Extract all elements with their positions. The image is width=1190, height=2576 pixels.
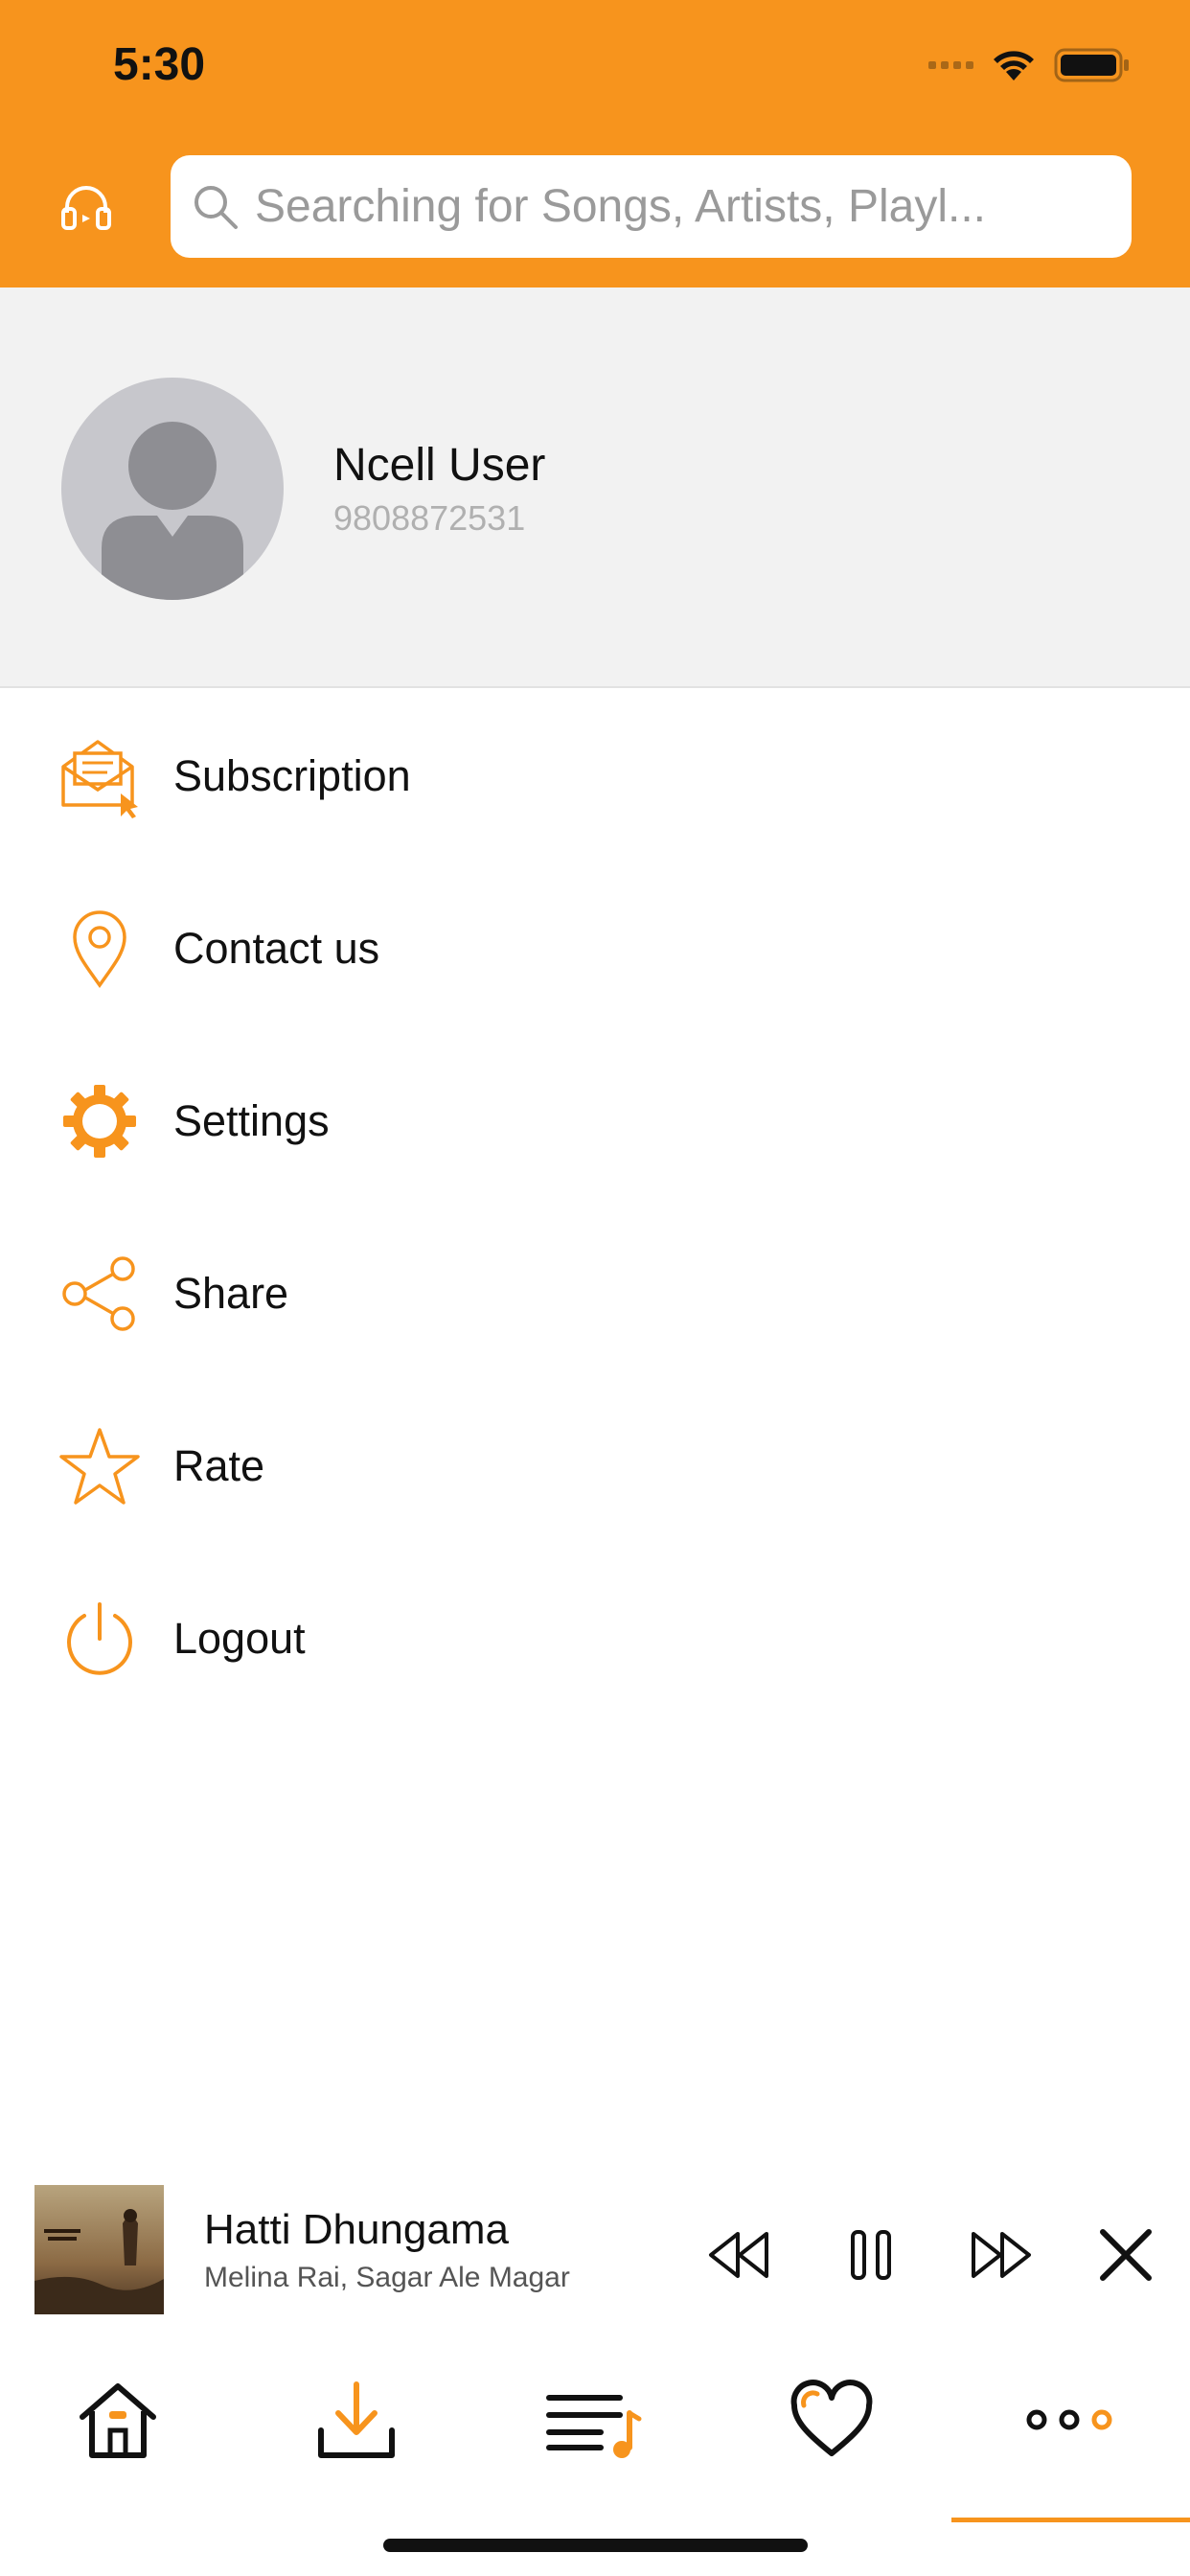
menu-item-subscription[interactable]: Subscription	[0, 690, 1190, 862]
search-icon	[195, 185, 238, 229]
search-bar[interactable]	[171, 155, 1132, 258]
download-icon	[318, 2381, 395, 2458]
home-icon	[80, 2383, 156, 2458]
battery-icon	[1054, 47, 1131, 83]
share-icon	[57, 1252, 142, 1336]
menu-item-share[interactable]: Share	[0, 1208, 1190, 1380]
profile-header: Ncell User 9808872531	[0, 288, 1190, 688]
envelope-subscription-icon	[57, 734, 142, 818]
mini-player[interactable]: Hatti Dhungama Melina Rai, Sagar Ale Mag…	[0, 2175, 1190, 2319]
search-input[interactable]	[255, 180, 1069, 233]
menu-item-label: Share	[173, 1269, 289, 1318]
pause-icon[interactable]	[837, 2221, 904, 2288]
user-name: Ncell User	[333, 440, 546, 491]
menu-item-label: Contact us	[173, 924, 380, 973]
rewind-icon[interactable]	[705, 2221, 772, 2288]
close-icon[interactable]	[1092, 2221, 1159, 2288]
menu-item-label: Logout	[173, 1614, 306, 1663]
menu-item-label: Rate	[173, 1441, 265, 1490]
menu-item-label: Subscription	[173, 751, 411, 800]
wifi-icon	[991, 48, 1037, 82]
status-icons	[928, 46, 1131, 84]
gear-icon	[57, 1079, 142, 1163]
cellular-signal-icon	[928, 61, 973, 69]
menu-item-logout[interactable]: Logout	[0, 1552, 1190, 1725]
playlist-icon	[546, 2395, 642, 2458]
tab-favorites[interactable]	[774, 2372, 889, 2468]
side-menu: Subscription Contact us Settings Share R…	[0, 690, 1190, 1725]
tab-downloads[interactable]	[299, 2372, 414, 2468]
power-icon	[57, 1597, 142, 1681]
status-time: 5:30	[113, 39, 206, 90]
fast-forward-icon[interactable]	[968, 2221, 1035, 2288]
tab-more[interactable]	[1012, 2372, 1127, 2468]
menu-item-settings[interactable]: Settings	[0, 1035, 1190, 1208]
tab-home[interactable]	[60, 2372, 175, 2468]
top-bar: 5:30	[0, 0, 1190, 288]
track-title: Hatti Dhungama	[204, 2206, 509, 2253]
star-icon	[57, 1424, 142, 1508]
user-phone: 9808872531	[333, 498, 526, 538]
avatar[interactable]	[61, 378, 284, 600]
location-pin-icon	[57, 907, 142, 991]
menu-item-label: Settings	[173, 1096, 330, 1145]
menu-item-contact-us[interactable]: Contact us	[0, 862, 1190, 1035]
headphones-icon[interactable]	[59, 180, 113, 234]
heart-icon	[790, 2380, 873, 2456]
menu-item-rate[interactable]: Rate	[0, 1380, 1190, 1552]
album-art[interactable]	[34, 2185, 164, 2314]
track-artist: Melina Rai, Sagar Ale Magar	[204, 2262, 570, 2293]
more-icon	[1026, 2409, 1112, 2430]
home-indicator	[383, 2539, 808, 2552]
tab-playlist[interactable]	[537, 2372, 652, 2468]
active-tab-indicator	[951, 2518, 1190, 2522]
